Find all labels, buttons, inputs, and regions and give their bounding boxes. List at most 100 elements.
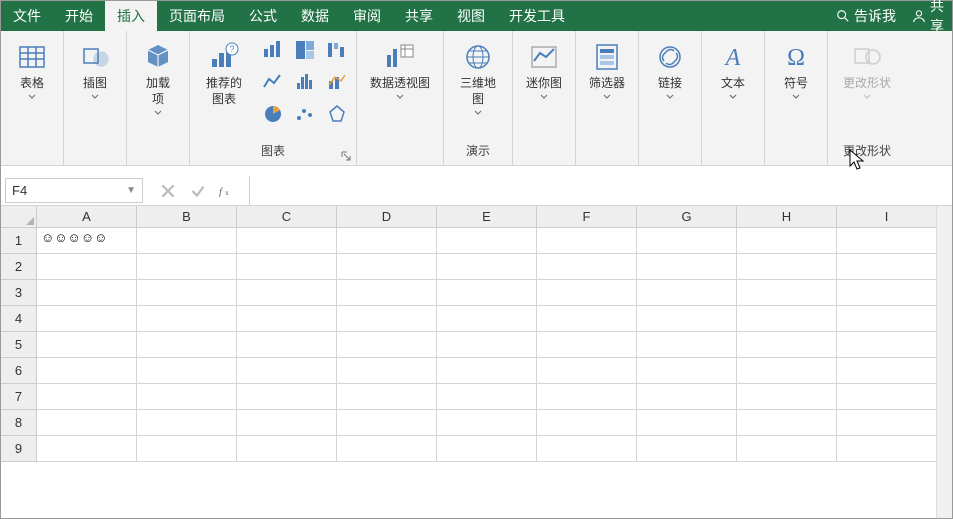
cell-I8[interactable] [837, 410, 937, 436]
cell-E8[interactable] [437, 410, 537, 436]
column-header-H[interactable]: H [737, 206, 837, 228]
formula-input[interactable] [250, 176, 952, 205]
cell-B6[interactable] [137, 358, 237, 384]
vertical-scrollbar[interactable] [936, 206, 952, 518]
cell-D4[interactable] [337, 306, 437, 332]
cell-F2[interactable] [537, 254, 637, 280]
cell-B9[interactable] [137, 436, 237, 462]
cells-area[interactable]: ☺☺☺☺☺ [37, 228, 937, 462]
cell-D6[interactable] [337, 358, 437, 384]
cell-B4[interactable] [137, 306, 237, 332]
cell-F1[interactable] [537, 228, 637, 254]
cell-G6[interactable] [637, 358, 737, 384]
cell-F5[interactable] [537, 332, 637, 358]
row-header-3[interactable]: 3 [1, 280, 37, 306]
cell-I3[interactable] [837, 280, 937, 306]
cell-H8[interactable] [737, 410, 837, 436]
cell-G1[interactable] [637, 228, 737, 254]
cell-A6[interactable] [37, 358, 137, 384]
select-all-corner[interactable] [1, 206, 37, 228]
cell-G4[interactable] [637, 306, 737, 332]
row-header-9[interactable]: 9 [1, 436, 37, 462]
cell-D2[interactable] [337, 254, 437, 280]
cell-D1[interactable] [337, 228, 437, 254]
pie-chart-button[interactable] [258, 99, 288, 129]
cell-D3[interactable] [337, 280, 437, 306]
tab-insert[interactable]: 插入 [105, 1, 157, 31]
cell-G9[interactable] [637, 436, 737, 462]
cell-B3[interactable] [137, 280, 237, 306]
cell-H7[interactable] [737, 384, 837, 410]
3d-map-button[interactable]: 三维地 图 [448, 35, 508, 117]
column-header-C[interactable]: C [237, 206, 337, 228]
charts-dialog-launcher[interactable] [340, 149, 352, 161]
cell-C8[interactable] [237, 410, 337, 436]
cell-E5[interactable] [437, 332, 537, 358]
cell-A9[interactable] [37, 436, 137, 462]
cell-I6[interactable] [837, 358, 937, 384]
cell-E3[interactable] [437, 280, 537, 306]
cell-C1[interactable] [237, 228, 337, 254]
text-button[interactable]: A 文本 [706, 35, 760, 101]
column-header-D[interactable]: D [337, 206, 437, 228]
cell-A4[interactable] [37, 306, 137, 332]
row-header-6[interactable]: 6 [1, 358, 37, 384]
row-header-1[interactable]: 1 [1, 228, 37, 254]
tab-view[interactable]: 视图 [445, 1, 497, 31]
tab-page-layout[interactable]: 页面布局 [157, 1, 237, 31]
cell-I9[interactable] [837, 436, 937, 462]
cell-H9[interactable] [737, 436, 837, 462]
cell-B5[interactable] [137, 332, 237, 358]
hierarchy-chart-button[interactable] [290, 35, 320, 65]
cell-I5[interactable] [837, 332, 937, 358]
combo-chart-button[interactable] [322, 67, 352, 97]
cell-E4[interactable] [437, 306, 537, 332]
row-header-4[interactable]: 4 [1, 306, 37, 332]
insert-function-button[interactable]: fx [219, 182, 237, 200]
cell-C5[interactable] [237, 332, 337, 358]
cell-C3[interactable] [237, 280, 337, 306]
statistic-chart-button[interactable] [290, 67, 320, 97]
cell-C4[interactable] [237, 306, 337, 332]
cell-E2[interactable] [437, 254, 537, 280]
share-button[interactable]: 共享 [904, 1, 952, 31]
table-button[interactable]: 表格 [5, 35, 59, 101]
addins-button[interactable]: 加载 项 [131, 35, 185, 117]
tab-share-tab[interactable]: 共享 [393, 1, 445, 31]
cell-D5[interactable] [337, 332, 437, 358]
column-header-G[interactable]: G [637, 206, 737, 228]
cell-A5[interactable] [37, 332, 137, 358]
cell-D9[interactable] [337, 436, 437, 462]
row-header-8[interactable]: 8 [1, 410, 37, 436]
column-header-B[interactable]: B [137, 206, 237, 228]
cell-F4[interactable] [537, 306, 637, 332]
cell-B2[interactable] [137, 254, 237, 280]
cell-E7[interactable] [437, 384, 537, 410]
sparklines-button[interactable]: 迷你图 [517, 35, 571, 101]
cell-A2[interactable] [37, 254, 137, 280]
symbols-button[interactable]: Ω 符号 [769, 35, 823, 101]
tab-formulas[interactable]: 公式 [237, 1, 289, 31]
tab-developer[interactable]: 开发工具 [497, 1, 577, 31]
cancel-button[interactable] [159, 182, 177, 200]
tell-me[interactable]: 告诉我 [828, 1, 904, 31]
cell-H4[interactable] [737, 306, 837, 332]
cell-D8[interactable] [337, 410, 437, 436]
cell-C6[interactable] [237, 358, 337, 384]
pivotchart-button[interactable]: 数据透视图 [361, 35, 439, 101]
cell-G5[interactable] [637, 332, 737, 358]
cell-H3[interactable] [737, 280, 837, 306]
cell-C2[interactable] [237, 254, 337, 280]
cell-A3[interactable] [37, 280, 137, 306]
cell-F7[interactable] [537, 384, 637, 410]
row-header-2[interactable]: 2 [1, 254, 37, 280]
cell-H1[interactable] [737, 228, 837, 254]
cell-G2[interactable] [637, 254, 737, 280]
cell-I2[interactable] [837, 254, 937, 280]
cell-G8[interactable] [637, 410, 737, 436]
cell-I1[interactable] [837, 228, 937, 254]
cell-B1[interactable] [137, 228, 237, 254]
cell-F8[interactable] [537, 410, 637, 436]
cell-C9[interactable] [237, 436, 337, 462]
cell-G7[interactable] [637, 384, 737, 410]
